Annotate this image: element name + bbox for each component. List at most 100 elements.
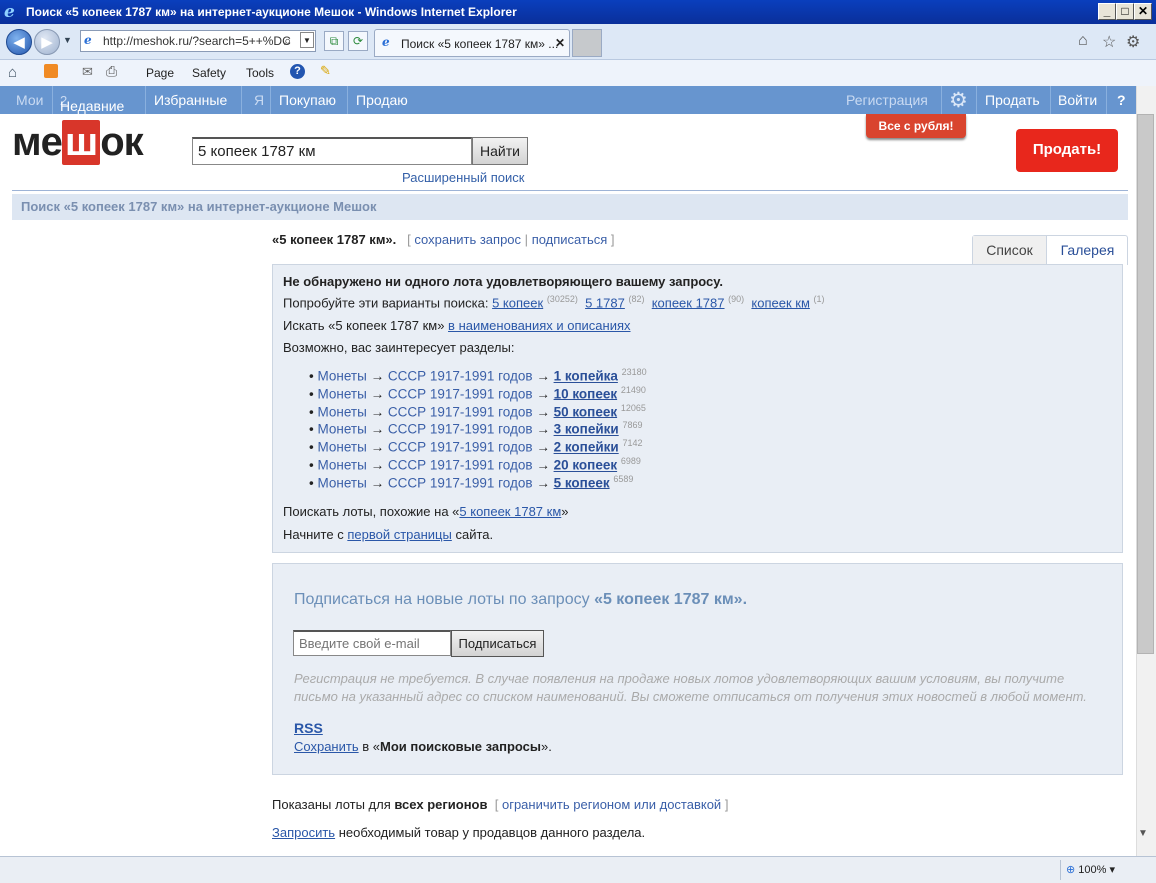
category-ussr-link[interactable]: СССР 1917-1991 годов	[388, 386, 533, 401]
page-menu[interactable]: Page	[146, 66, 174, 80]
research-icon[interactable]: ✎	[320, 63, 331, 79]
close-button[interactable]: ✕	[1134, 3, 1152, 20]
zoom-control[interactable]: ⊕ 100% ▾	[1066, 863, 1115, 876]
search-in-line: Искать «5 копеек 1787 км» в наименования…	[283, 318, 631, 333]
nav-ya[interactable]: Я	[254, 92, 264, 108]
variant-count: (30252)	[546, 294, 578, 304]
tab-close-icon[interactable]: ✕	[555, 36, 565, 50]
first-page-link[interactable]: первой страницы	[347, 527, 452, 542]
nav-favorites[interactable]: Избранные	[154, 92, 227, 108]
nav-selling[interactable]: Продаю	[356, 92, 408, 108]
all-from-ruble-badge[interactable]: Все с рубля!	[866, 114, 966, 138]
back-icon[interactable]: ◀	[6, 29, 32, 55]
nav-help[interactable]: ?	[1117, 92, 1126, 108]
section-link[interactable]: 10 копеек	[554, 386, 618, 401]
breadcrumb: Поиск «5 копеек 1787 км» на интернет-аук…	[12, 194, 1128, 220]
tools-menu[interactable]: Tools	[246, 66, 274, 80]
sell-button[interactable]: Продать!	[1016, 129, 1118, 172]
history-dropdown-icon[interactable]: ▼	[63, 35, 72, 45]
nav-login[interactable]: Войти	[1058, 92, 1097, 108]
refresh-icon[interactable]: ⟳	[348, 31, 368, 51]
email-input[interactable]	[293, 630, 451, 656]
rss-feed-icon[interactable]	[44, 64, 58, 78]
tools-gear-icon[interactable]: ⚙	[1126, 32, 1140, 52]
rss-link[interactable]: RSS	[294, 720, 323, 736]
window-title: Поиск «5 копеек 1787 км» на интернет-аук…	[26, 5, 517, 19]
request-text: необходимый товар у продавцов данного ра…	[338, 825, 646, 840]
category-coins-link[interactable]: Монеты	[317, 369, 366, 384]
variant-link[interactable]: копеек км	[751, 295, 810, 310]
variant-link[interactable]: копеек 1787	[652, 295, 725, 310]
category-ussr-link[interactable]: СССР 1917-1991 годов	[388, 422, 533, 437]
category-coins-link[interactable]: Монеты	[317, 458, 366, 473]
maximize-button[interactable]: □	[1116, 3, 1134, 20]
section-link[interactable]: 2 копейки	[554, 440, 619, 455]
safety-menu[interactable]: Safety	[192, 66, 226, 80]
section-link[interactable]: 20 копеек	[554, 458, 618, 473]
subscribe-button[interactable]: Подписаться	[451, 630, 544, 657]
compatibility-icon[interactable]: ⧉	[324, 31, 344, 51]
nav-recent[interactable]: Недавние 2	[60, 92, 124, 114]
forward-icon[interactable]: ▶	[34, 29, 60, 55]
tab-gallery[interactable]: Галерея	[1047, 236, 1128, 266]
category-coins-link[interactable]: Монеты	[317, 475, 366, 490]
save-query-link[interactable]: сохранить запрос	[414, 232, 521, 247]
search-icon[interactable]: ⌕	[284, 33, 291, 49]
address-bar[interactable]: e http://meshok.ru/?search=5++%DC	[80, 30, 316, 52]
category-ussr-link[interactable]: СССР 1917-1991 годов	[388, 404, 533, 419]
scroll-down-icon[interactable]: ▼	[1138, 828, 1148, 839]
arrow-icon: →	[536, 475, 550, 491]
settings-gear-icon[interactable]: ⚙	[949, 88, 968, 113]
limit-region-link[interactable]: ограничить регионом или доставкой	[502, 797, 721, 812]
print-icon[interactable]: ⎙	[106, 63, 117, 80]
request-link[interactable]: Запросить	[272, 825, 335, 840]
category-ussr-link[interactable]: СССР 1917-1991 годов	[388, 458, 533, 473]
section-list: • Монеты → СССР 1917-1991 годов → 1 копе…	[309, 367, 809, 495]
scrollbar-thumb[interactable]	[1137, 114, 1154, 654]
tab-list[interactable]: Список	[973, 236, 1047, 266]
similar-link[interactable]: 5 копеек 1787 км	[459, 504, 561, 519]
favorites-star-icon[interactable]: ☆	[1102, 32, 1116, 52]
section-link[interactable]: 3 копейки	[554, 422, 619, 437]
nav-register[interactable]: Регистрация	[846, 92, 928, 108]
category-coins-link[interactable]: Монеты	[317, 440, 366, 455]
advanced-search-link[interactable]: Расширенный поиск	[402, 170, 524, 185]
mail-icon[interactable]: ✉	[82, 64, 93, 80]
similar-suffix: »	[561, 504, 569, 519]
section-link[interactable]: 50 копеек	[554, 404, 618, 419]
category-coins-link[interactable]: Монеты	[317, 404, 366, 419]
save-search-link[interactable]: Сохранить	[294, 739, 359, 754]
section-link[interactable]: 1 копейка	[554, 369, 618, 384]
category-ussr-link[interactable]: СССР 1917-1991 годов	[388, 475, 533, 490]
arrow-icon: →	[536, 368, 550, 384]
browser-tab[interactable]: e Поиск «5 копеек 1787 км» ... ✕	[374, 29, 570, 57]
nav-sell[interactable]: Продать	[985, 92, 1040, 108]
subscribe-link[interactable]: подписаться	[532, 232, 608, 247]
new-tab-button[interactable]	[572, 29, 602, 57]
category-coins-link[interactable]: Монеты	[317, 386, 366, 401]
arrow-icon: →	[370, 404, 385, 420]
no-results-heading: Не обнаружено ни одного лота удовлетворя…	[283, 274, 723, 289]
variant-link[interactable]: 5 1787	[585, 295, 625, 310]
category-coins-link[interactable]: Монеты	[317, 422, 366, 437]
subscribe-box: Подписаться на новые лоты по запросу «5 …	[272, 563, 1123, 775]
query-label: «5 копеек 1787 км».	[272, 232, 397, 247]
nav-buying[interactable]: Покупаю	[279, 92, 336, 108]
category-ussr-link[interactable]: СССР 1917-1991 годов	[388, 369, 533, 384]
address-dropdown-icon[interactable]: ▼	[300, 32, 314, 48]
browser-navbar: ◀ ▶ ▼ e http://meshok.ru/?search=5++%DC …	[0, 24, 1156, 60]
find-button[interactable]: Найти	[472, 137, 528, 165]
search-in-descriptions-link[interactable]: в наименованиях и описаниях	[448, 318, 630, 333]
save-end: ».	[541, 739, 552, 754]
home-cmd-icon[interactable]: ⌂	[8, 64, 17, 81]
section-link[interactable]: 5 копеек	[554, 475, 610, 490]
variant-link[interactable]: 5 копеек	[492, 295, 543, 310]
search-input[interactable]: 5 копеек 1787 км	[192, 137, 472, 165]
home-icon[interactable]: ⌂	[1078, 32, 1088, 50]
minimize-button[interactable]: _	[1098, 3, 1116, 20]
site-logo[interactable]: мешок	[12, 120, 144, 165]
pipe-separator: |	[524, 232, 529, 247]
category-ussr-link[interactable]: СССР 1917-1991 годов	[388, 440, 533, 455]
nav-moi[interactable]: Мои	[16, 92, 43, 108]
help-icon[interactable]: ?	[290, 64, 305, 79]
